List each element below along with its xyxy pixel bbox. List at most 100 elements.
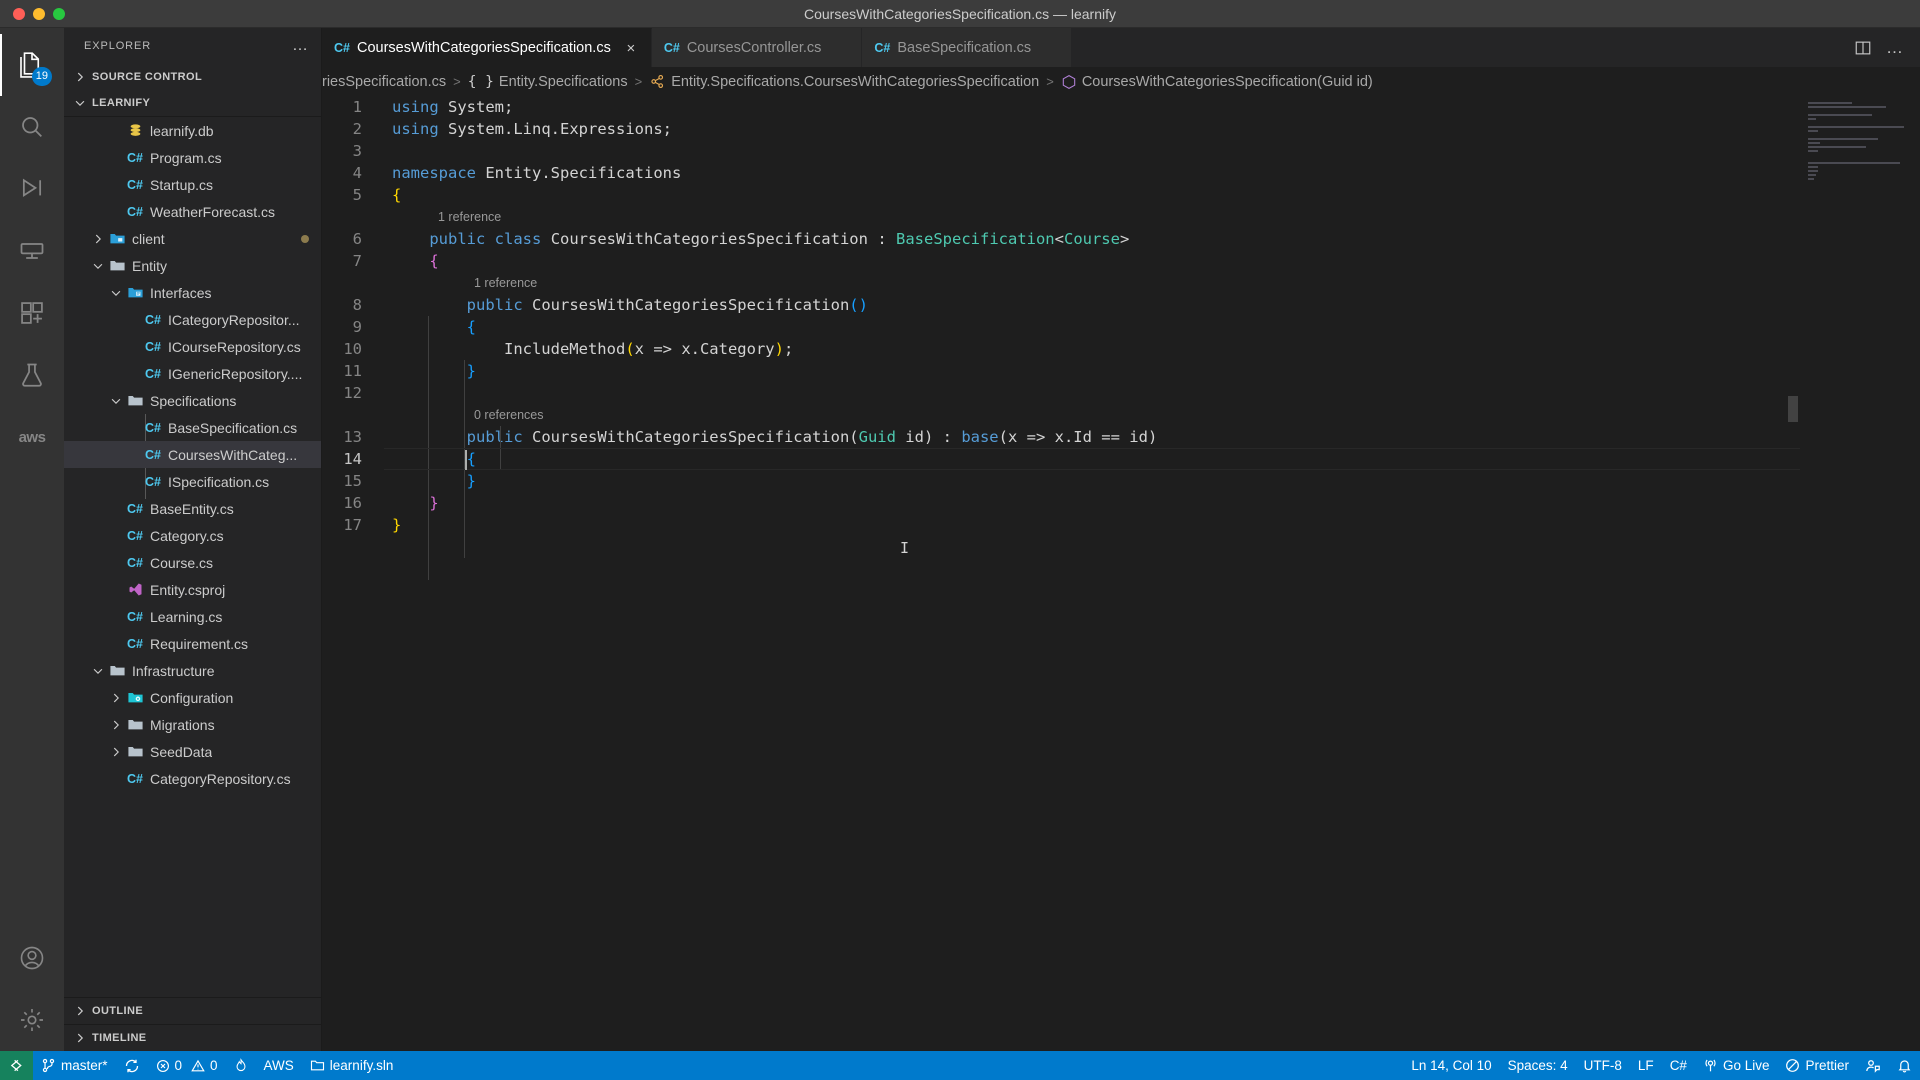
status-remote-host[interactable]	[0, 1051, 33, 1080]
tree-twisty[interactable]	[90, 259, 106, 273]
status-encoding[interactable]: UTF-8	[1576, 1051, 1630, 1080]
status-branch[interactable]: master*	[33, 1051, 116, 1080]
code-line[interactable]: }	[384, 360, 1800, 382]
code-line[interactable]: {	[384, 448, 1800, 470]
activitybar-item-search[interactable]	[0, 96, 64, 158]
code-line[interactable]	[384, 382, 1800, 404]
tree-folder-row[interactable]: SeedData	[64, 738, 321, 765]
editor-minimap[interactable]	[1800, 96, 1920, 1051]
editor-tab[interactable]: C#CoursesController.cs×	[651, 28, 863, 67]
activitybar-item-explorer[interactable]: 19	[0, 34, 64, 96]
scrollbar-thumb[interactable]	[1788, 396, 1798, 422]
explorer-more-actions-icon[interactable]: …	[292, 37, 309, 53]
tree-file-row[interactable]: C# CoursesWithCateg...	[64, 441, 321, 468]
activitybar-item-accounts[interactable]	[0, 927, 64, 989]
tree-file-row[interactable]: C# Category.cs	[64, 522, 321, 549]
breadcrumb-item[interactable]: CoursesWithCategoriesSpecification(Guid …	[1061, 74, 1373, 90]
tree-file-row[interactable]: Entity.csproj	[64, 576, 321, 603]
tree-folder-row[interactable]: client	[64, 225, 321, 252]
more-actions-icon[interactable]: …	[1886, 39, 1904, 56]
tree-folder-row[interactable]: Entity	[64, 252, 321, 279]
tree-file-row[interactable]: C# BaseSpecification.cs	[64, 414, 321, 441]
editor-vertical-scrollbar[interactable]	[1786, 96, 1800, 1051]
activitybar-item-run-and-debug[interactable]	[0, 158, 64, 220]
code-line[interactable]: {	[384, 316, 1800, 338]
status-aws-connection[interactable]: AWS	[256, 1051, 302, 1080]
tree-folder-row[interactable]: Infrastructure	[64, 657, 321, 684]
breadcrumb-item[interactable]: Entity.Specifications.CoursesWithCategor…	[649, 73, 1039, 90]
activitybar-item-remote-explorer[interactable]	[0, 220, 64, 282]
tree-file-row[interactable]: C# Program.cs	[64, 144, 321, 171]
tree-twisty[interactable]	[108, 745, 124, 759]
activitybar-item-manage[interactable]	[0, 989, 64, 1051]
code-line[interactable]: {	[384, 184, 1800, 206]
tree-twisty[interactable]	[90, 664, 106, 678]
tree-file-row[interactable]: C# Learning.cs	[64, 603, 321, 630]
code-line[interactable]: namespace Entity.Specifications	[384, 162, 1800, 184]
code-line[interactable]: using System;	[384, 96, 1800, 118]
breadcrumb-item[interactable]: riesSpecification.cs	[322, 74, 446, 90]
status-go-live[interactable]: Go Live	[1695, 1051, 1778, 1080]
status-prettier[interactable]: Prettier	[1777, 1051, 1857, 1080]
code-line[interactable]: using System.Linq.Expressions;	[384, 118, 1800, 140]
tree-twisty[interactable]	[108, 286, 124, 300]
tree-folder-row[interactable]: Migrations	[64, 711, 321, 738]
code-line[interactable]: IncludeMethod(x => x.Category);	[384, 338, 1800, 360]
code-viewport[interactable]: 1 2 3 4 5 6 7 8 9 10 11 12 13 14 15 16 17 using System; u…	[322, 96, 1800, 1051]
tree-file-row[interactable]: C# BaseEntity.cs	[64, 495, 321, 522]
tree-folder-row[interactable]: Specifications	[64, 387, 321, 414]
breadcrumb[interactable]: riesSpecification.cs >{ } Entity.Specifica…	[322, 67, 1920, 96]
tree-twisty[interactable]	[108, 691, 124, 705]
status-live-share[interactable]	[1857, 1051, 1889, 1080]
activitybar-item-aws-toolkit[interactable]: aws	[0, 406, 64, 468]
tree-file-row[interactable]: C# ICategoryRepositor...	[64, 306, 321, 333]
tree-twisty[interactable]	[108, 394, 124, 408]
status-eol[interactable]: LF	[1630, 1051, 1662, 1080]
editor-tab[interactable]: C# CoursesWithCategoriesSpecification.cs ×	[322, 28, 652, 67]
code-line[interactable]: public CoursesWithCategoriesSpecificatio…	[384, 294, 1800, 316]
tree-file-row[interactable]: C# CategoryRepository.cs	[64, 765, 321, 792]
codelens-reference-count[interactable]: 0 references	[384, 404, 1800, 426]
status-solution[interactable]: learnify.sln	[302, 1051, 402, 1080]
tree-file-row[interactable]: C# Startup.cs	[64, 171, 321, 198]
code-line[interactable]: public CoursesWithCategoriesSpecificatio…	[384, 426, 1800, 448]
sidebar-section-outline[interactable]: OUTLINE	[64, 997, 321, 1024]
tree-file-row[interactable]: learnify.db	[64, 117, 321, 144]
tree-twisty[interactable]	[90, 232, 106, 246]
code-line[interactable]: }	[384, 492, 1800, 514]
code-lines[interactable]: using System; using System.Linq.Expressio…	[384, 96, 1800, 580]
tree-folder-row[interactable]: Interfaces	[64, 279, 321, 306]
sidebar-section-source-control[interactable]: SOURCE CONTROL	[64, 63, 321, 90]
tab-close-icon[interactable]: ×	[622, 39, 640, 57]
sidebar-section-learnify[interactable]: LEARNIFY	[64, 90, 321, 117]
activitybar-item-testing[interactable]	[0, 344, 64, 406]
editor-tab[interactable]: C#BaseSpecification.cs×	[862, 28, 1073, 67]
status-cursor-position[interactable]: Ln 14, Col 10	[1403, 1051, 1499, 1080]
close-window-button[interactable]	[13, 7, 25, 20]
status-language-mode[interactable]: C#	[1662, 1051, 1695, 1080]
tree-twisty[interactable]	[108, 718, 124, 732]
code-line[interactable]	[384, 140, 1800, 162]
split-editor-icon[interactable]	[1854, 39, 1872, 57]
activitybar-item-extensions[interactable]	[0, 282, 64, 344]
breadcrumb-item[interactable]: { } Entity.Specifications	[468, 74, 628, 90]
sidebar-section-timeline[interactable]: TIMELINE	[64, 1024, 321, 1051]
tree-file-row[interactable]: C# Requirement.cs	[64, 630, 321, 657]
tree-file-row[interactable]: C# ISpecification.cs	[64, 468, 321, 495]
status-sync[interactable]	[116, 1051, 148, 1080]
codelens-reference-count[interactable]: 1 reference	[384, 272, 1800, 294]
codelens-reference-count[interactable]: 1 reference	[384, 206, 1800, 228]
tree-file-row[interactable]: C# Course.cs	[64, 549, 321, 576]
tree-file-row[interactable]: C# IGenericRepository....	[64, 360, 321, 387]
tree-file-row[interactable]: C# WeatherForecast.cs	[64, 198, 321, 225]
code-line[interactable]: public class CoursesWithCategoriesSpecif…	[384, 228, 1800, 250]
minimize-window-button[interactable]	[33, 7, 45, 20]
maximize-window-button[interactable]	[53, 7, 65, 20]
tree-file-row[interactable]: C# ICourseRepository.cs	[64, 333, 321, 360]
code-line[interactable]: }	[384, 470, 1800, 492]
tree-folder-row[interactable]: Configuration	[64, 684, 321, 711]
code-line[interactable]: }	[384, 514, 1800, 536]
status-indentation[interactable]: Spaces: 4	[1500, 1051, 1576, 1080]
status-radon[interactable]	[226, 1051, 256, 1080]
status-notifications[interactable]	[1889, 1051, 1920, 1080]
